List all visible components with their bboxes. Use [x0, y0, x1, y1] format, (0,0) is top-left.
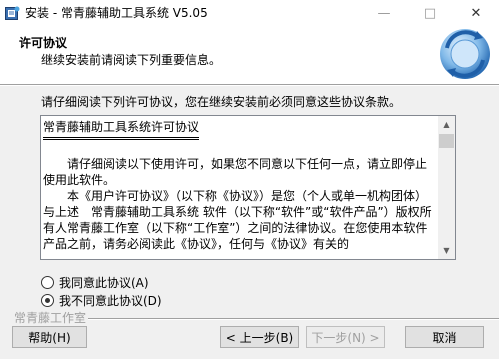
setup-globe-icon — [440, 29, 490, 79]
license-content: 常青藤辅助工具系统许可协议 请仔细阅读以下使用许可，如果您不同意以下任何一点，请… — [43, 119, 438, 252]
back-button[interactable]: < 上一步(B) — [220, 326, 299, 348]
footer-separator — [88, 318, 499, 320]
title-bar: 安装 - 常青藤辅助工具系统 V5.05 — □ ✕ — [0, 0, 499, 27]
accept-label[interactable]: 我同意此协议(A) — [59, 274, 149, 291]
cancel-button[interactable]: 取消 — [405, 326, 484, 348]
license-textbox[interactable]: 常青藤辅助工具系统许可协议 请仔细阅读以下使用许可，如果您不同意以下任何一点，请… — [40, 115, 456, 260]
license-paragraph: 请仔细阅读以下使用许可，如果您不同意以下任何一点，请立即停止使用此软件。 — [43, 157, 428, 187]
scroll-thumb[interactable] — [439, 134, 454, 148]
installer-app-icon — [5, 6, 20, 20]
window-title: 安装 - 常青藤辅助工具系统 V5.05 — [25, 6, 208, 20]
page-subtitle: 继续安装前请阅读下列重要信息。 — [41, 53, 222, 67]
maximize-button[interactable]: □ — [407, 0, 453, 27]
license-heading: 常青藤辅助工具系统许可协议 — [43, 119, 200, 140]
accept-option[interactable]: 我同意此协议(A) — [41, 274, 149, 291]
license-scrollbar[interactable]: ▲ ▼ — [438, 116, 455, 259]
close-button[interactable]: ✕ — [453, 0, 499, 27]
wizard-header: 许可协议 继续安装前请阅读下列重要信息。 — [0, 27, 499, 84]
decline-radio[interactable] — [41, 294, 54, 307]
minimize-button[interactable]: — — [361, 0, 407, 27]
license-paragraph: 本《用户许可协议》（以下称《协议》）是您（个人或单一机构团体）与上述 常青藤辅助… — [43, 189, 432, 251]
decline-label[interactable]: 我不同意此协议(D) — [59, 292, 162, 309]
next-button[interactable]: 下一步(N) > — [306, 326, 385, 348]
accept-radio[interactable] — [41, 276, 54, 289]
header-separator — [0, 84, 499, 86]
decline-option[interactable]: 我不同意此协议(D) — [41, 292, 162, 309]
scroll-down-icon[interactable]: ▼ — [438, 242, 455, 259]
license-prompt: 请仔细阅读下列许可协议，您在继续安装前必须同意这些协议条款。 — [41, 95, 402, 109]
scroll-up-icon[interactable]: ▲ — [438, 116, 455, 133]
help-button[interactable]: 帮助(H) — [12, 326, 87, 348]
page-title: 许可协议 — [19, 36, 68, 50]
brand-label: 常青藤工作室 — [14, 311, 87, 325]
